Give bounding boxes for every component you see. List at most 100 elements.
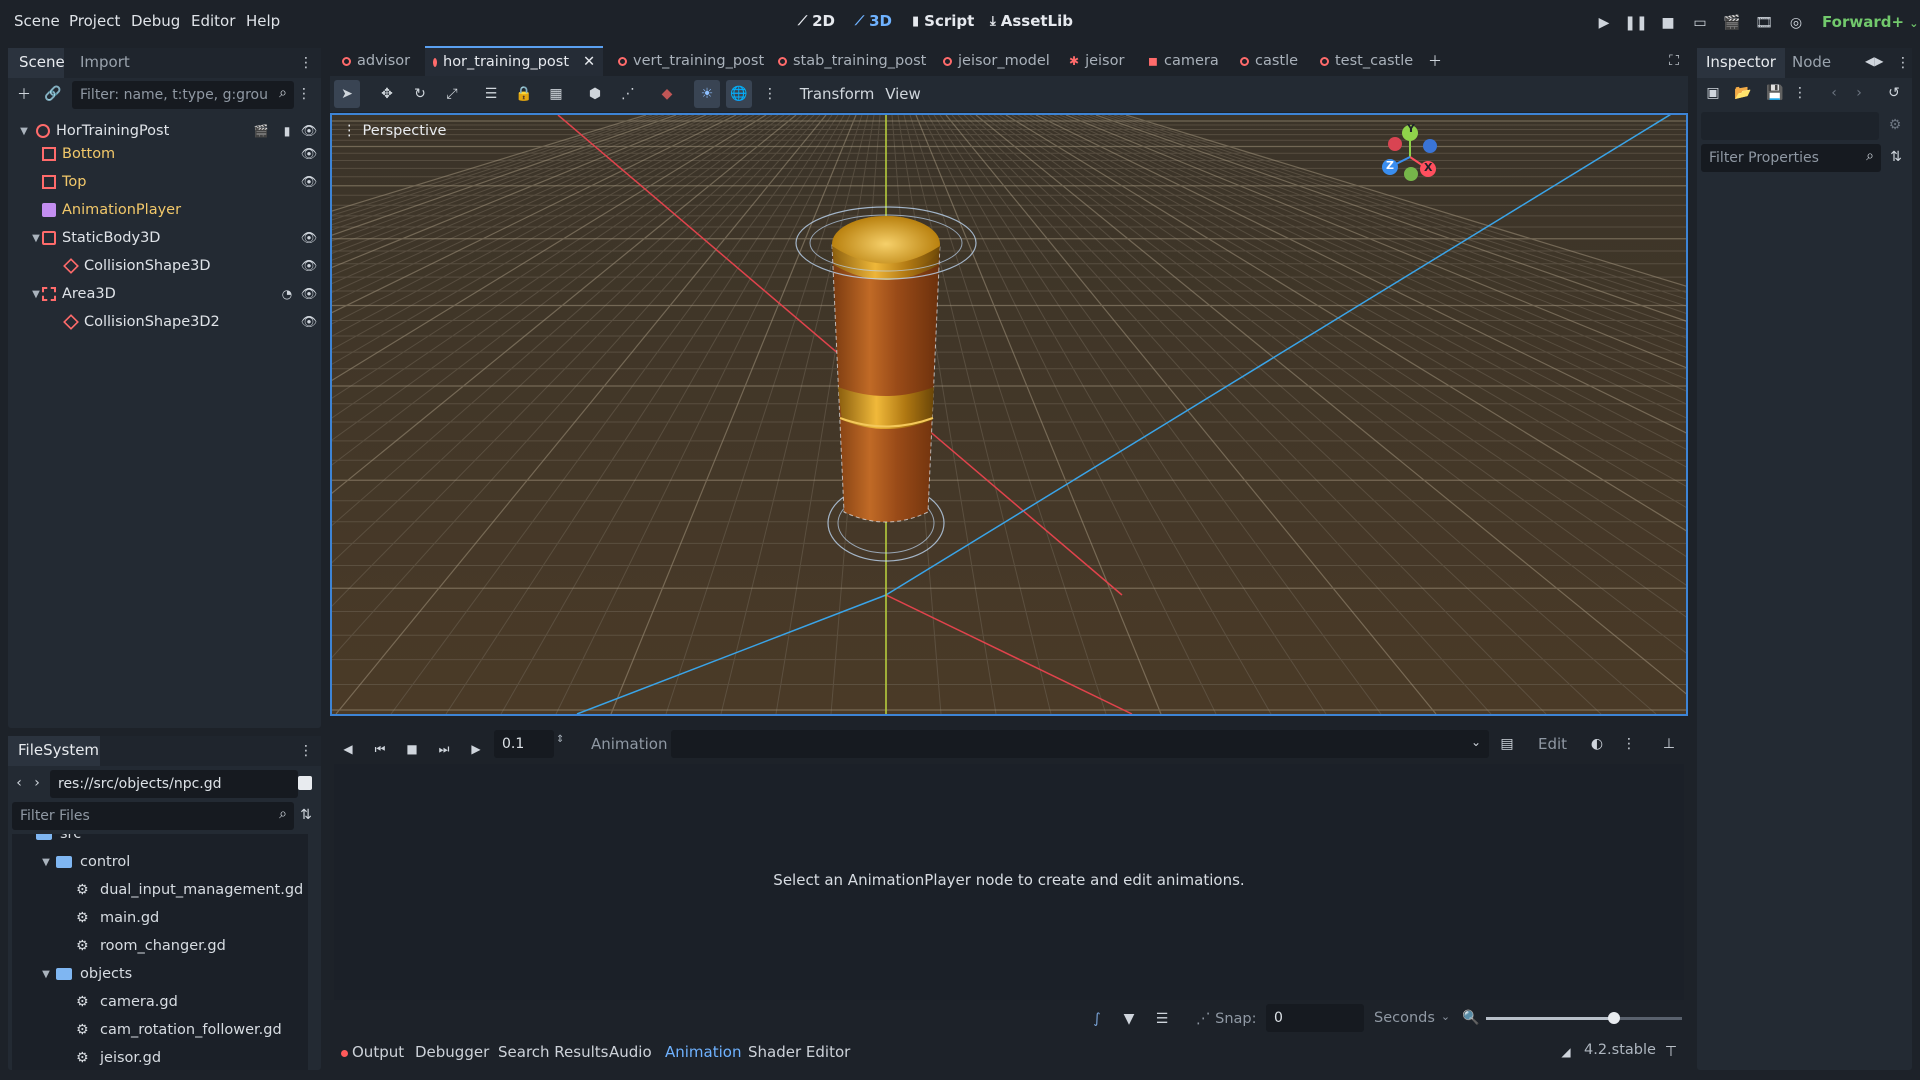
play-icon[interactable]: ▶ — [1591, 12, 1617, 34]
camera-preview-icon[interactable]: ◆ — [654, 80, 680, 108]
bottom-tab-search-results[interactable]: Search Results — [498, 1043, 608, 1061]
visibility-eye-icon[interactable]: 👁 — [298, 283, 320, 305]
snap-input[interactable]: 0 — [1266, 1004, 1364, 1032]
history-forward-icon[interactable]: › — [1852, 82, 1866, 104]
visibility-eye-icon[interactable]: 👁 — [298, 143, 320, 165]
scene-tab-advisor[interactable]: advisor — [334, 46, 418, 76]
play-scene-icon[interactable]: 🎬 — [1719, 12, 1745, 34]
animation-track-area[interactable]: Select an AnimationPlayer node to create… — [334, 764, 1684, 1000]
select-mode-icon[interactable]: ➤ — [334, 80, 360, 108]
new-resource-icon[interactable]: ▣ — [1702, 82, 1724, 104]
edit-menu[interactable]: Edit — [1538, 735, 1567, 753]
group-icon[interactable]: ▦ — [543, 80, 569, 108]
expand-bottom-panel-icon[interactable]: ⊤ — [1660, 1041, 1682, 1063]
menu-scene[interactable]: Scene — [14, 12, 60, 30]
visibility-eye-icon[interactable]: 👁 — [298, 227, 320, 249]
list-select-icon[interactable]: ☰ — [478, 80, 504, 108]
view-menu[interactable]: View — [880, 80, 926, 108]
tree-node-animationplayer[interactable]: AnimationPlayer — [42, 197, 352, 223]
track-list-icon[interactable]: ☰ — [1151, 1008, 1173, 1030]
instance-scene-icon[interactable]: 🔗 — [42, 83, 64, 105]
filter-properties-input[interactable]: Filter Properties ⌕ — [1701, 144, 1881, 172]
load-resource-icon[interactable]: 📂 — [1732, 82, 1754, 104]
move-mode-icon[interactable]: ✥ — [374, 80, 400, 108]
tab-node[interactable]: Node — [1792, 53, 1831, 71]
forward-icon[interactable]: › — [30, 772, 44, 794]
rotate-mode-icon[interactable]: ↻ — [407, 80, 433, 108]
tab-scene[interactable]: Scene — [19, 53, 65, 71]
zoom-slider[interactable] — [1486, 1012, 1682, 1024]
scene-tab-jeisor[interactable]: ✱ jeisor — [1061, 46, 1132, 76]
renderer-select[interactable]: Forward+ ⌄ — [1822, 13, 1918, 31]
tree-file-room-changer[interactable]: ⚙ room_changer.gd — [76, 932, 226, 960]
bottom-tab-debugger[interactable]: Debugger — [415, 1043, 489, 1061]
workspace-3d-button[interactable]: ⟋ 3D — [855, 12, 892, 30]
visibility-eye-icon[interactable]: 👁 — [298, 255, 320, 277]
scene-tab-hor-training-post[interactable]: hor_training_post ✕ — [425, 46, 603, 76]
animation-time-input[interactable]: 0.1 — [494, 730, 554, 758]
scene-tab-vert-training-post[interactable]: vert_training_post — [610, 46, 772, 76]
property-options-icon[interactable]: ⇅ — [1885, 146, 1907, 168]
filesystem-filter-input[interactable]: Filter Files ⌕ — [12, 802, 294, 830]
play-backwards-from-end-icon[interactable]: ⏮ — [368, 738, 392, 760]
bottom-tab-animation[interactable]: Animation — [665, 1043, 741, 1061]
toggle-split-icon[interactable] — [298, 776, 312, 790]
snap-icon[interactable]: ⋰ — [615, 80, 641, 108]
menu-editor[interactable]: Editor — [191, 12, 235, 30]
bezier-icon[interactable]: ∫ — [1086, 1008, 1108, 1030]
chevron-down-icon[interactable]: ▼ — [40, 969, 52, 980]
tab-import[interactable]: Import — [80, 53, 130, 71]
viewport-menu[interactable]: ⋮ Perspective — [342, 123, 446, 139]
tree-node-staticbody3d[interactable]: ▼ StaticBody3D — [30, 225, 340, 251]
tab-filesystem[interactable]: FileSystem — [18, 741, 99, 759]
menu-help[interactable]: Help — [246, 12, 280, 30]
scene-tab-camera[interactable]: ◼ camera — [1140, 46, 1227, 76]
tree-file-jeisor[interactable]: ⚙ jeisor.gd — [76, 1044, 161, 1070]
play-from-start-icon[interactable]: ⏭ — [432, 738, 456, 760]
play-custom-scene-icon[interactable]: 🎞 — [1751, 12, 1777, 34]
tree-file-main[interactable]: ⚙ main.gd — [76, 904, 159, 932]
menu-debug[interactable]: Debug — [131, 12, 180, 30]
workspace-assetlib-button[interactable]: ⤓ AssetLib — [990, 12, 1073, 30]
tree-folder-src[interactable]: src — [36, 834, 81, 848]
bottom-tab-audio[interactable]: Audio — [609, 1043, 652, 1061]
history-icon[interactable]: ↺ — [1883, 82, 1905, 104]
object-info-icon[interactable]: ⚙ — [1884, 114, 1906, 136]
resource-menu-icon[interactable]: ⋮ — [1793, 82, 1807, 104]
visibility-eye-icon[interactable]: 👁 — [298, 171, 320, 193]
local-space-icon[interactable]: ⬢ — [582, 80, 608, 108]
pin-icon[interactable]: ⊥ — [1658, 733, 1680, 755]
gizmo-x-label[interactable]: X — [1424, 161, 1432, 174]
workspace-2d-button[interactable]: ⟋ 2D — [798, 12, 835, 30]
visibility-eye-icon[interactable]: 👁 — [298, 120, 320, 142]
scene-instance-icon[interactable]: 🎬 — [250, 120, 272, 142]
sort-icon[interactable]: ⇅ — [298, 804, 314, 826]
gizmo-y-label[interactable]: Y — [1407, 122, 1415, 135]
dock-move-left-icon[interactable]: ◀▶ — [1865, 54, 1883, 68]
add-tab-icon[interactable]: ＋ — [1424, 50, 1446, 72]
environment-toggle-icon[interactable]: 🌐 — [726, 80, 752, 108]
tree-folder-control[interactable]: ▼ control — [40, 848, 130, 876]
more-icon[interactable]: ⋮ — [760, 80, 780, 108]
dock-menu-icon[interactable]: ⋮ — [1896, 52, 1910, 74]
scene-tab-test-castle[interactable]: test_castle — [1312, 46, 1421, 76]
filter-icon[interactable]: ▼ — [1118, 1008, 1140, 1030]
stop-icon[interactable]: ■ — [400, 738, 424, 760]
tree-file-dual-input[interactable]: ⚙ dual_input_management.gd — [76, 876, 303, 904]
pause-icon[interactable]: ❚❚ — [1623, 12, 1649, 34]
play-backwards-icon[interactable]: ◀ — [336, 738, 360, 760]
scene-menu-icon[interactable]: ⋮ — [297, 83, 311, 105]
animation-select[interactable]: ⌄ — [671, 730, 1489, 758]
workspace-script-button[interactable]: ▮ Script — [912, 12, 974, 30]
snap-unit-select[interactable]: Seconds ⌄ — [1374, 1010, 1450, 1026]
scene-filter-input[interactable]: Filter: name, t:type, g:grou ⌕ — [72, 81, 294, 109]
tree-node-collisionshape3d[interactable]: CollisionShape3D — [63, 253, 374, 279]
chevron-down-icon[interactable]: ▼ — [30, 289, 42, 300]
add-node-icon[interactable]: ＋ — [13, 83, 35, 105]
save-resource-icon[interactable]: 💾 — [1764, 82, 1786, 104]
chevron-down-icon[interactable]: ▼ — [40, 857, 52, 868]
movie-maker-icon[interactable]: ◎ — [1783, 12, 1809, 34]
remote-debug-icon[interactable]: ▭ — [1687, 12, 1713, 34]
tree-folder-objects[interactable]: ▼ objects — [40, 960, 132, 988]
tree-file-camera[interactable]: ⚙ camera.gd — [76, 988, 178, 1016]
